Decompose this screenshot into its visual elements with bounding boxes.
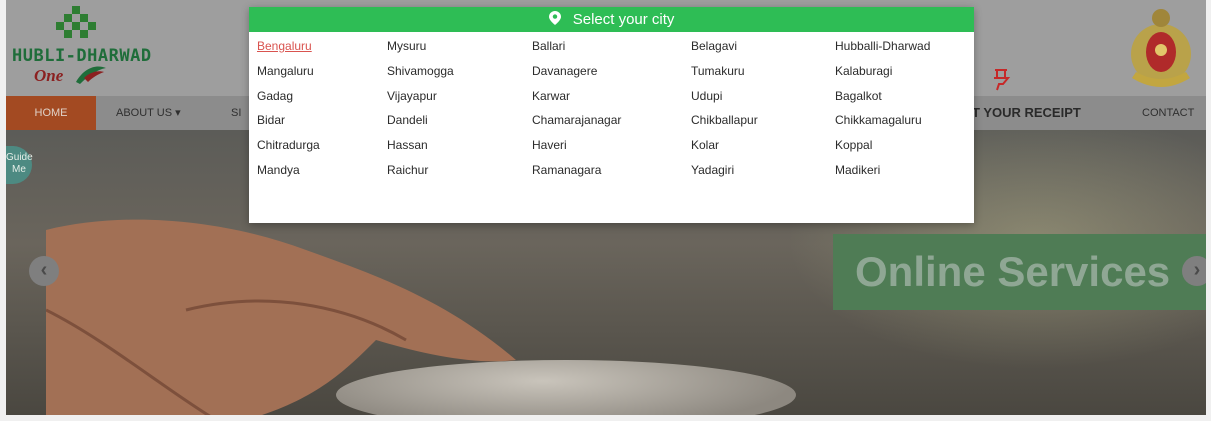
modal-header: Select your city [249, 7, 974, 32]
city-option[interactable]: Dandeli [387, 112, 428, 128]
guide-me-button[interactable]: Guide Me [6, 146, 33, 184]
modal-title: Select your city [572, 11, 675, 28]
location-pin-icon [548, 11, 561, 25]
city-option[interactable]: Chitradurga [257, 137, 320, 153]
nav-home[interactable]: HOME [6, 96, 96, 130]
city-option[interactable]: Bagalkot [835, 88, 882, 104]
city-option[interactable]: Hubballi-Dharwad [835, 38, 930, 54]
city-option[interactable]: Mangaluru [257, 63, 314, 79]
city-option[interactable]: Tumakuru [691, 63, 745, 79]
city-option[interactable]: Vijayapur [387, 88, 437, 104]
city-option[interactable]: Udupi [691, 88, 722, 104]
nav-services-partial[interactable]: SI [231, 96, 241, 130]
logo-swoosh-icon [76, 66, 106, 84]
online-services-banner: Online Services [833, 234, 1206, 310]
city-option[interactable]: Bengaluru [257, 38, 312, 54]
city-option[interactable]: Chikkamagaluru [835, 112, 922, 128]
state-emblem [1131, 9, 1191, 87]
city-option[interactable]: Haveri [532, 137, 567, 153]
city-option[interactable]: Bidar [257, 112, 285, 128]
logo-one-text: One [34, 66, 64, 85]
nav-about-us[interactable]: ABOUT US ▾ [116, 96, 181, 130]
city-option[interactable]: Davanagere [532, 63, 597, 79]
city-option[interactable]: Chamarajanagar [532, 112, 621, 128]
city-select-modal: Select your city Bengaluru Mysuru Ballari B… [249, 7, 974, 223]
city-option[interactable]: Karwar [532, 88, 570, 104]
city-option[interactable]: Ballari [532, 38, 565, 54]
city-option[interactable]: Chikballapur [691, 112, 758, 128]
site-logo[interactable]: HUBLI-DHARWAD One [12, 4, 172, 92]
city-option[interactable]: Yadagiri [691, 162, 734, 178]
city-option[interactable]: Kalaburagi [835, 63, 892, 79]
city-option[interactable]: Gadag [257, 88, 293, 104]
city-option[interactable]: Belagavi [691, 38, 737, 54]
city-option[interactable]: Mandya [257, 162, 300, 178]
city-option[interactable]: Madikeri [835, 162, 880, 178]
city-option[interactable]: Shivamogga [387, 63, 454, 79]
city-grid: Bengaluru Mysuru Ballari Belagavi Hubballi-D… [249, 32, 974, 223]
logo-checker-icon [56, 6, 96, 44]
carousel-prev-button[interactable]: ‹ [29, 256, 59, 286]
city-option[interactable]: Ramanagara [532, 162, 601, 178]
city-option[interactable]: Hassan [387, 137, 428, 153]
receipt-hand-icon [991, 68, 1011, 98]
city-option[interactable]: Raichur [387, 162, 428, 178]
nav-contact-us[interactable]: CONTACT US [1142, 96, 1206, 153]
city-option[interactable]: Koppal [835, 137, 872, 153]
carousel-next-button[interactable]: › [1182, 256, 1206, 286]
nav-get-receipt[interactable]: T YOUR RECEIPT [972, 96, 1081, 130]
city-option[interactable]: Kolar [691, 137, 719, 153]
city-option[interactable]: Mysuru [387, 38, 426, 54]
